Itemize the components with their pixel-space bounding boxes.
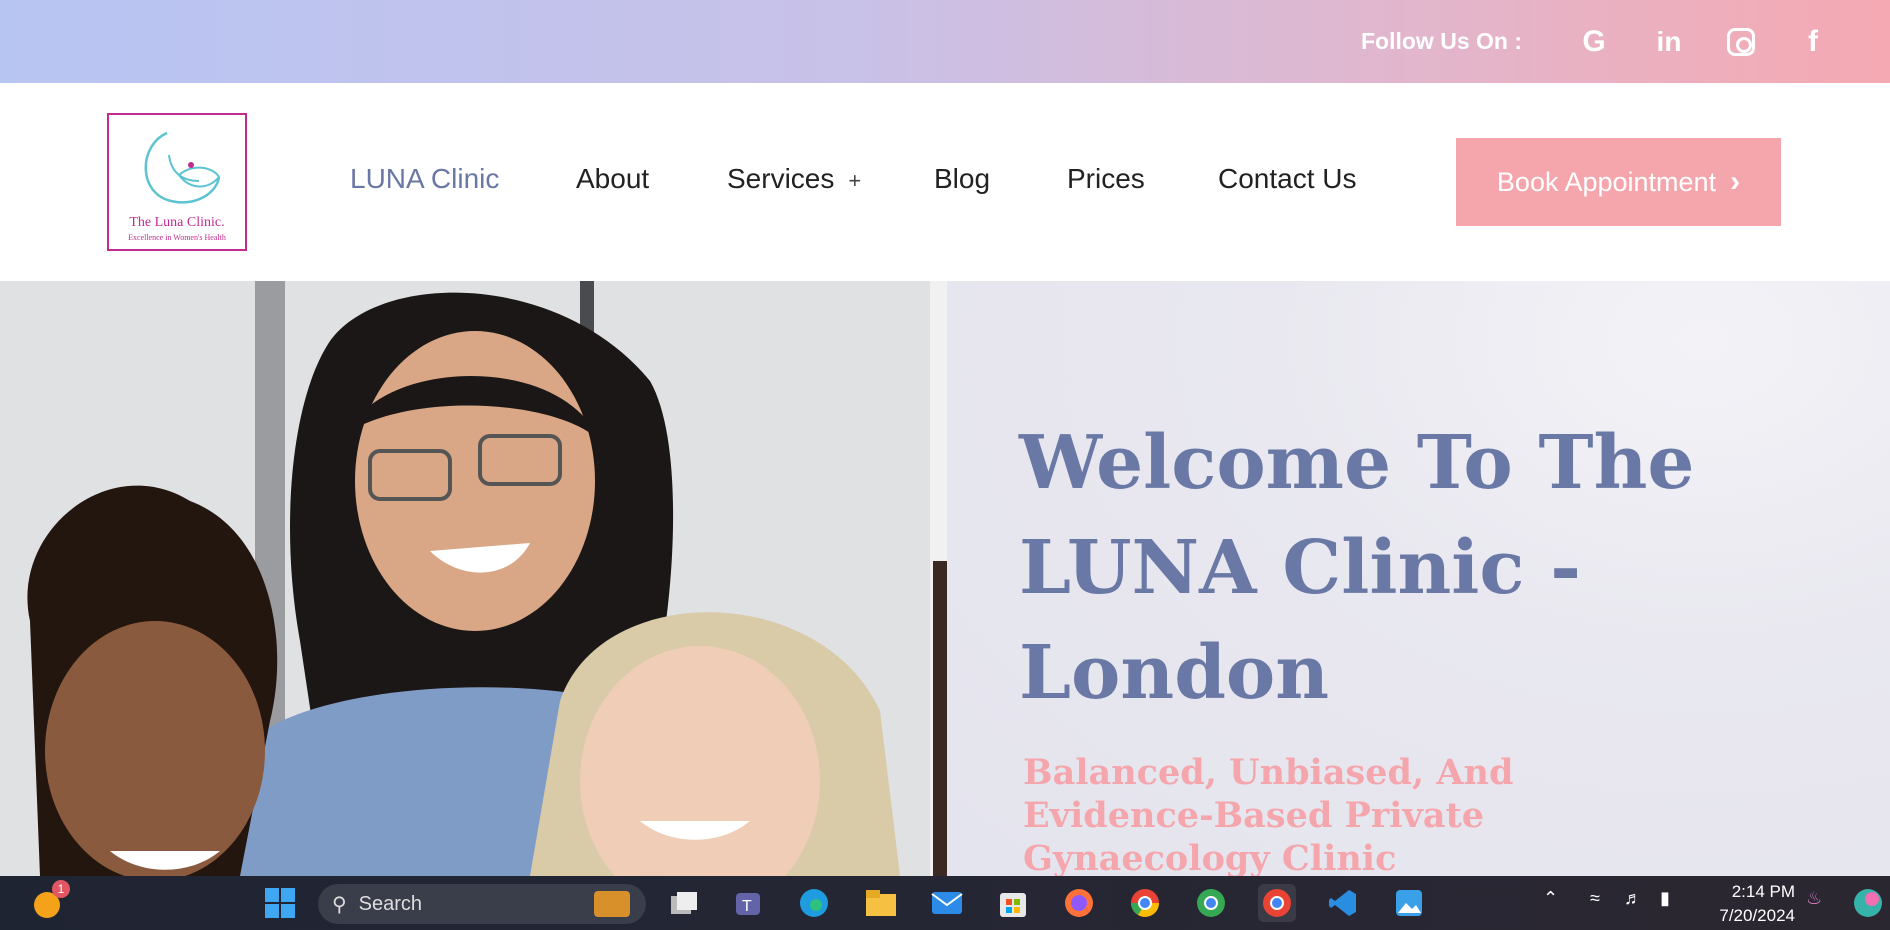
chrome-active-icon[interactable] <box>1258 884 1296 922</box>
mail-icon[interactable] <box>928 884 966 922</box>
nav-item-services[interactable]: Services + <box>727 163 861 195</box>
top-bar: Follow Us On : G in f <box>0 0 1890 83</box>
site-header: The Luna Clinic. Excellence in Women's H… <box>0 83 1890 281</box>
hero-title: Welcome To The LUNA Clinic - London <box>1019 420 1695 716</box>
vscode-icon[interactable] <box>1324 884 1362 922</box>
hero-subtitle: Balanced, Unbiased, And Evidence-Based P… <box>1023 752 1514 876</box>
social-links: G in f <box>1577 25 1830 59</box>
follow-us-label: Follow Us On : <box>1361 28 1522 54</box>
volume-icon[interactable]: ♬ <box>1624 888 1642 909</box>
chevron-right-icon: › <box>1730 165 1741 198</box>
nav-item-contact-us[interactable]: Contact Us <box>1218 163 1357 195</box>
logo-tagline: Excellence in Women's Health <box>128 233 226 242</box>
clock-date: 7/20/2024 <box>1719 906 1795 925</box>
taskbar-search[interactable]: ⚲ Search <box>318 884 646 924</box>
search-icon: ⚲ <box>332 893 347 916</box>
moon-logo-icon <box>144 131 221 204</box>
taskbar-clock[interactable]: 2:14 PM 7/20/2024 <box>1705 880 1795 928</box>
facebook-icon[interactable]: f <box>1796 25 1830 59</box>
hero-text-panel: Welcome To The LUNA Clinic - London Bala… <box>947 281 1890 876</box>
task-view-icon[interactable] <box>665 884 703 922</box>
people-photo <box>0 281 930 876</box>
file-explorer-icon[interactable] <box>862 884 900 922</box>
copilot-icon[interactable] <box>1850 884 1886 922</box>
teams-icon[interactable]: T <box>729 884 767 922</box>
chrome-profile-icon[interactable] <box>1192 884 1230 922</box>
book-appointment-button[interactable]: Book Appointment › <box>1456 138 1781 226</box>
linkedin-icon[interactable]: in <box>1652 26 1686 58</box>
briefcase-icon <box>594 891 630 917</box>
edge-icon[interactable] <box>795 884 833 922</box>
windows-taskbar: 1 ⚲ Search T ⌃ ≈ ♬ ▮ 2:14 PM 7/20/2024 ♨ <box>0 876 1890 930</box>
clinic-logo[interactable]: The Luna Clinic. Excellence in Women's H… <box>107 113 247 251</box>
logo-name: The Luna Clinic. <box>129 215 225 230</box>
book-appointment-label: Book Appointment <box>1496 166 1717 197</box>
photos-icon[interactable] <box>1390 884 1428 922</box>
hero-photo <box>0 281 947 876</box>
clock-time: 2:14 PM <box>1731 882 1795 901</box>
nav-item-luna-clinic[interactable]: LUNA Clinic <box>350 163 499 195</box>
weather-widget-icon[interactable]: 1 <box>28 880 70 922</box>
search-placeholder: Search <box>358 892 423 915</box>
plus-icon: + <box>848 168 862 193</box>
wifi-icon[interactable]: ≈ <box>1590 888 1600 909</box>
photo-dark-strip <box>933 561 947 876</box>
firefox-icon[interactable] <box>1060 884 1098 922</box>
windows-start-icon[interactable] <box>261 884 299 922</box>
ms-store-icon[interactable] <box>994 884 1032 922</box>
nav-item-blog[interactable]: Blog <box>934 163 990 195</box>
bell-icon[interactable]: ♨ <box>1806 888 1822 909</box>
nav-item-prices[interactable]: Prices <box>1067 163 1145 195</box>
notification-badge: 1 <box>52 880 70 898</box>
chevron-up-icon[interactable]: ⌃ <box>1543 888 1558 909</box>
hero-section: Welcome To The LUNA Clinic - London Bala… <box>0 281 1890 876</box>
instagram-icon[interactable] <box>1727 27 1755 56</box>
nav-item-about[interactable]: About <box>576 163 649 195</box>
google-icon[interactable]: G <box>1577 25 1611 59</box>
nav-item-services-label: Services <box>727 163 835 194</box>
battery-icon[interactable]: ▮ <box>1660 888 1670 909</box>
chrome-icon[interactable] <box>1126 884 1164 922</box>
svg-text:T: T <box>742 898 752 915</box>
